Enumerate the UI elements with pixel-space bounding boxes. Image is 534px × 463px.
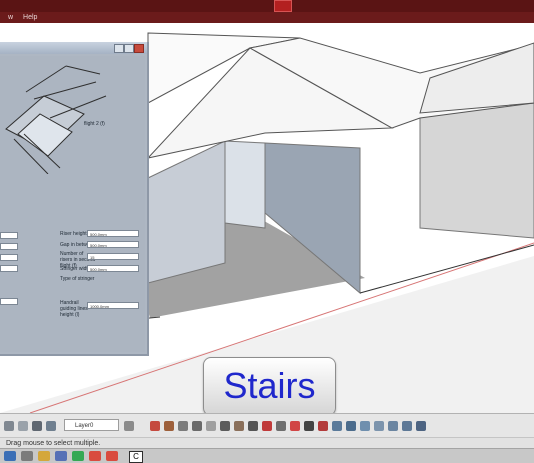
folder-icon[interactable]	[38, 451, 50, 461]
tool-icon-6[interactable]	[220, 421, 230, 431]
flight-label: flight 2 (f)	[84, 121, 105, 127]
paint-icon[interactable]	[32, 421, 42, 431]
layer-menu-icon[interactable]	[124, 421, 134, 431]
menu-item[interactable]: w	[8, 12, 13, 23]
field-3[interactable]: 15	[87, 253, 139, 260]
minimize-icon[interactable]	[114, 44, 124, 53]
left-wall	[147, 140, 226, 284]
eraser-icon[interactable]	[18, 421, 28, 431]
red-app-button[interactable]	[274, 0, 292, 12]
left-field-4[interactable]	[0, 265, 18, 272]
right-building-wall	[419, 102, 534, 239]
tool-icon-4[interactable]	[192, 421, 202, 431]
tool-icon-20[interactable]	[416, 421, 426, 431]
left-field-5[interactable]	[0, 298, 18, 305]
menu-bar: w Help	[0, 12, 534, 23]
left-field-3[interactable]	[0, 254, 18, 261]
taskbar-icon-1[interactable]	[21, 451, 33, 461]
tool-icon-10[interactable]	[276, 421, 286, 431]
tool-icon-7[interactable]	[234, 421, 244, 431]
tool-icon-18[interactable]	[388, 421, 398, 431]
tool-icon-14[interactable]	[332, 421, 342, 431]
dialog-panel: flight 2 (f) Riser height (b) 500.0mm Ga…	[0, 56, 145, 352]
left-field-2[interactable]	[0, 243, 18, 250]
taskbar-icon-3[interactable]	[89, 451, 101, 461]
stairs-title-label: Stairs	[223, 365, 316, 406]
stairs-title-button[interactable]: Stairs	[203, 357, 336, 416]
field-6[interactable]: 1000.0mm	[87, 302, 139, 309]
menu-help[interactable]: Help	[23, 12, 37, 23]
select-icon[interactable]	[4, 421, 14, 431]
stairs-preview-icon	[5, 65, 107, 174]
tool-icon-3[interactable]	[178, 421, 188, 431]
field-label-5: Type of stringer	[60, 276, 95, 282]
start-icon[interactable]	[4, 451, 16, 461]
tool-icon-12[interactable]	[304, 421, 314, 431]
sketchup-icon[interactable]	[106, 451, 118, 461]
tool-icon-15[interactable]	[346, 421, 356, 431]
stairs-dialog: flight 2 (f) Riser height (b) 500.0mm Ga…	[0, 42, 149, 356]
tool-icon-16[interactable]	[360, 421, 370, 431]
taskbar-icon-2[interactable]	[55, 451, 67, 461]
field-1[interactable]: 500.0mm	[87, 230, 139, 237]
layer-select[interactable]: Layer0	[64, 419, 119, 431]
tool-icon-5[interactable]	[206, 421, 216, 431]
field-4[interactable]: 500.0mm	[87, 265, 139, 272]
status-text: Drag mouse to select multiple.	[6, 440, 101, 447]
tool-icon-19[interactable]	[402, 421, 412, 431]
chrome-icon[interactable]	[72, 451, 84, 461]
tool-icon-13[interactable]	[318, 421, 328, 431]
tool-icon-1[interactable]	[150, 421, 160, 431]
close-icon[interactable]	[134, 44, 144, 53]
taskbar: C	[0, 448, 534, 463]
bottom-toolbar: Layer0	[0, 413, 534, 438]
tool-icon-9[interactable]	[262, 421, 272, 431]
window-top-bar	[0, 0, 534, 12]
maximize-icon[interactable]	[124, 44, 134, 53]
model-viewport[interactable]: flight 2 (f) Riser height (b) 500.0mm Ga…	[0, 23, 534, 413]
gear-icon[interactable]	[46, 421, 56, 431]
roof-far	[419, 42, 534, 114]
dialog-titlebar	[0, 42, 147, 54]
back-wall	[224, 140, 266, 229]
tool-icon-11[interactable]	[290, 421, 300, 431]
field-2[interactable]: 500.0mm	[87, 241, 139, 248]
tool-icon-2[interactable]	[164, 421, 174, 431]
left-field-1[interactable]	[0, 232, 18, 239]
tool-icon-8[interactable]	[248, 421, 258, 431]
cad-icon[interactable]: C	[129, 451, 143, 463]
tool-icon-17[interactable]	[374, 421, 384, 431]
